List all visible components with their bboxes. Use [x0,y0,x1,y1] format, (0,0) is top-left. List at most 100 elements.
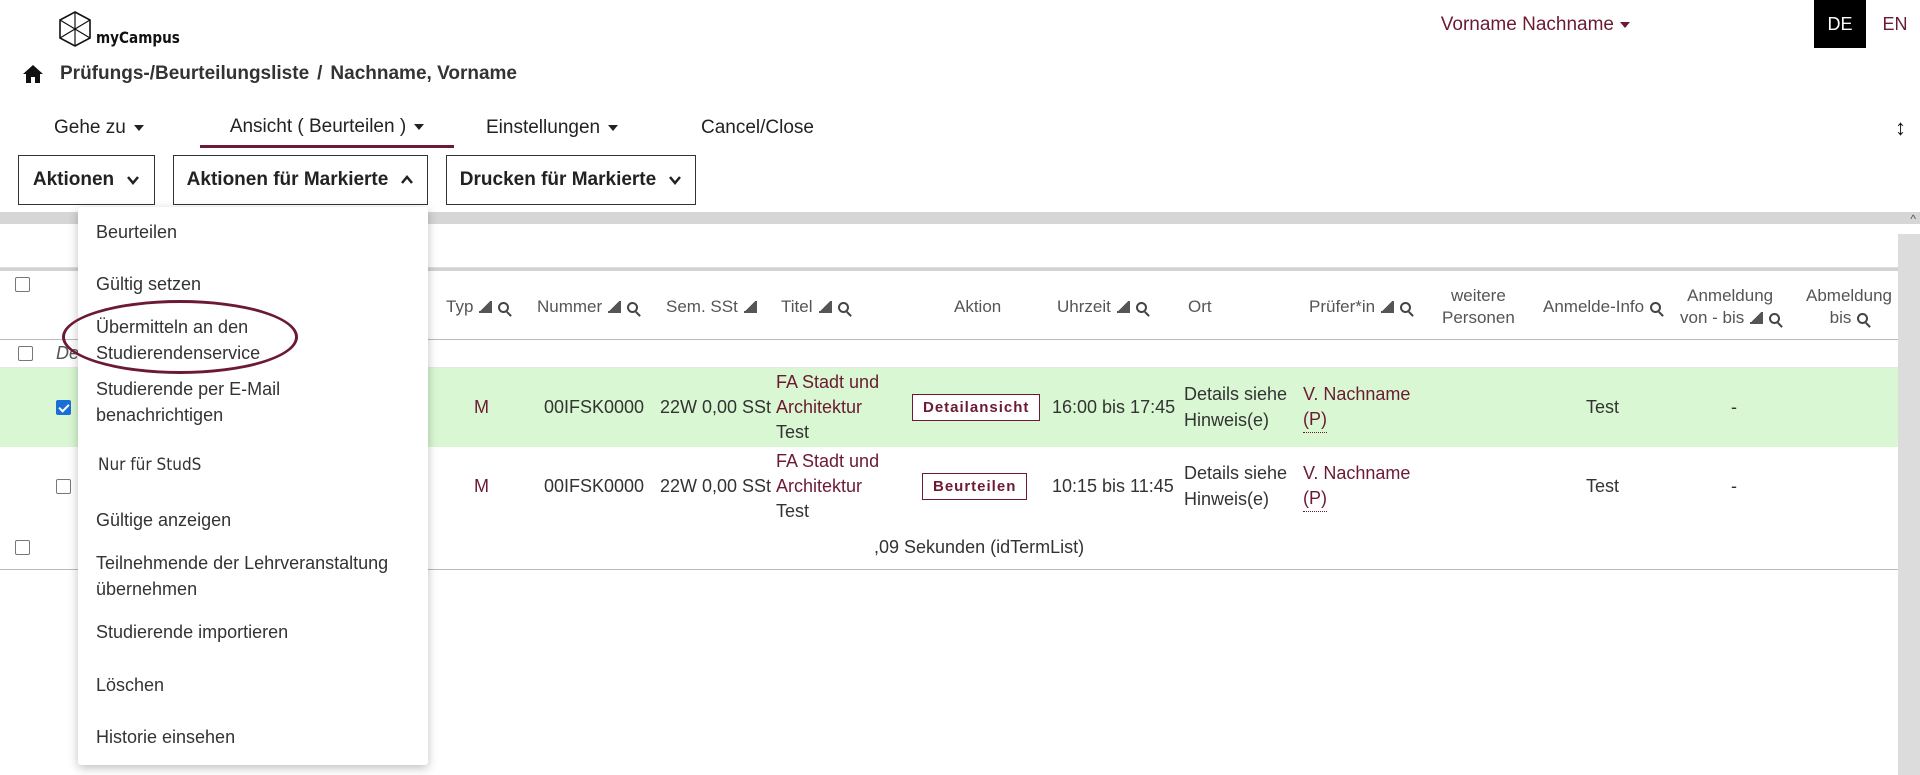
titel-line-1: FA Stadt und [776,450,880,471]
logo-text: myCampus [96,28,180,47]
col-aktion-label: Aktion [954,296,1002,316]
sort-icon[interactable] [1750,312,1764,325]
col-typ[interactable]: Typ [446,271,510,343]
dd-uebermitteln[interactable]: Übermitteln an den Studierendenservice [96,315,260,366]
sort-icon[interactable] [743,301,757,313]
lang-de-button[interactable]: DE [1814,0,1866,48]
search-icon[interactable] [1400,301,1412,313]
cell-sem: 22W 0,00 SSt [660,475,772,496]
pruefer-role[interactable]: (P) [1303,486,1327,513]
user-name: Vorname Nachname [1440,14,1614,35]
col-pruefer-label: Prüfer*in [1309,296,1376,316]
breadcrumb: Prüfungs-/Beurteilungsliste / Nachname, … [22,63,517,85]
col-anmelde-info[interactable]: Anmelde-Info [1543,271,1662,343]
cell-anmeldung: - [1731,396,1737,417]
menu-bar: Gehe zu Ansicht ( Beurteilen ) Einstellu… [0,108,1920,150]
dd-importieren[interactable]: Studierende importieren [96,620,288,646]
sort-icon[interactable] [479,301,493,313]
search-icon[interactable] [1769,312,1781,324]
search-icon[interactable] [1857,312,1869,324]
vertical-scrollbar[interactable] [1898,234,1920,775]
col-titel[interactable]: Titel [781,271,849,343]
col-anmeldung[interactable]: Anmeldung von - bis [1680,271,1781,343]
breadcrumb-page[interactable]: Prüfungs-/Beurteilungsliste [60,63,309,85]
cell-aktion: Detailansicht [912,368,1041,447]
col-nummer[interactable]: Nummer [537,271,639,343]
col-typ-label: Typ [446,296,474,316]
menu-view[interactable]: Ansicht ( Beurteilen ) [200,108,454,148]
cell-pruefer[interactable]: V. Nachname (P) [1303,368,1410,447]
pruefer-role[interactable]: (P) [1303,407,1327,434]
vertical-resize-icon[interactable]: ↕ [1895,115,1906,141]
marked-actions-dropdown: Beurteilen Gültig setzen Übermitteln an … [78,207,428,765]
cell-pruefer[interactable]: V. Nachname (P) [1303,447,1410,526]
lang-en-button[interactable]: EN [1870,0,1920,48]
dd-historie[interactable]: Historie einsehen [96,725,235,751]
search-icon[interactable] [498,301,510,313]
detailansicht-button[interactable]: Detailansicht [912,394,1041,421]
col-anmeldung-label-1: Anmeldung [1687,285,1774,305]
beurteilen-button[interactable]: Beurteilen [922,473,1028,500]
ort-line-1: Details siehe [1184,463,1288,484]
dd-loeschen[interactable]: Löschen [96,673,164,699]
cell-ort: Details siehe Hinweis(e) [1184,368,1287,447]
user-menu[interactable]: Vorname Nachname [1441,14,1630,36]
sort-icon[interactable] [1116,301,1130,313]
cell-nummer: 00IFSK0000 [544,475,645,496]
breadcrumb-person: Nachname, Vorname [330,63,517,84]
pruefer-name[interactable]: V. Nachname [1303,382,1410,407]
sort-icon[interactable] [1381,301,1395,313]
cell-titel[interactable]: FA Stadt und Architektur Test [776,368,879,447]
print-marked-button[interactable]: Drucken für Markierte [446,155,696,205]
marked-actions-label: Aktionen für Markierte [186,169,389,190]
dd-section-header: Nur für StudS [98,455,202,475]
row-checkbox[interactable] [56,479,71,494]
cell-titel[interactable]: FA Stadt und Architektur Test [776,447,879,526]
logo[interactable]: myCampus [58,0,195,48]
titel-line-1: FA Stadt und [776,371,880,392]
ort-line-1: Details siehe [1184,384,1288,405]
col-uhrzeit[interactable]: Uhrzeit [1057,271,1147,343]
dd-teilnehmende[interactable]: Teilnehmende der Lehrveranstaltung übern… [96,551,388,602]
dd-uebermitteln-line-2: Studierendenservice [96,342,261,363]
group-checkbox[interactable] [18,346,33,361]
menu-settings-label: Einstellungen [486,117,601,138]
dd-gueltige-anzeigen[interactable]: Gültige anzeigen [96,508,231,534]
ort-line-2: Hinweis(e) [1184,488,1270,509]
search-icon[interactable] [837,301,849,313]
col-sem[interactable]: Sem. SSt [666,271,757,343]
cell-uhrzeit: 10:15 bis 11:45 [1052,475,1174,496]
col-nummer-label: Nummer [537,296,603,316]
titel-line-2: Architektur [776,396,863,417]
group-label: De [56,343,80,363]
dd-beurteilen[interactable]: Beurteilen [96,220,177,246]
search-icon[interactable] [627,301,639,313]
search-icon[interactable] [1650,301,1662,313]
menu-goto[interactable]: Gehe zu [54,108,144,148]
home-icon[interactable] [22,64,44,84]
select-all-checkbox[interactable] [15,277,30,292]
sort-icon[interactable] [818,301,832,313]
chevron-down-icon [127,176,140,185]
marked-actions-button[interactable]: Aktionen für Markierte [173,155,428,205]
search-icon[interactable] [1135,301,1147,313]
pruefer-name[interactable]: V. Nachname [1303,461,1410,486]
col-pruefer[interactable]: Prüfer*in [1309,271,1412,343]
dd-gueltig-setzen[interactable]: Gültig setzen [96,272,201,298]
sort-icon[interactable] [608,301,622,313]
scroll-up-icon[interactable]: ^ [1910,212,1916,226]
cube-logo-icon [59,11,91,47]
col-abmeldung[interactable]: Abmeldung bis [1806,271,1892,343]
row-checkbox[interactable] [56,400,71,415]
actions-button[interactable]: Aktionen [18,155,155,205]
col-ort-label: Ort [1188,296,1212,316]
print-marked-label: Drucken für Markierte [459,169,657,190]
footer-checkbox[interactable] [15,540,30,555]
dd-uebermitteln-line-1: Übermitteln an den [96,317,249,337]
menu-settings[interactable]: Einstellungen [486,108,619,148]
menu-close[interactable]: Cancel/Close [701,108,814,148]
chevron-down-icon [669,176,682,185]
cell-anmeldung: - [1731,475,1737,496]
dd-email-line-2: benachrichtigen [96,404,224,425]
dd-email[interactable]: Studierende per E-Mail benachrichtigen [96,377,280,428]
